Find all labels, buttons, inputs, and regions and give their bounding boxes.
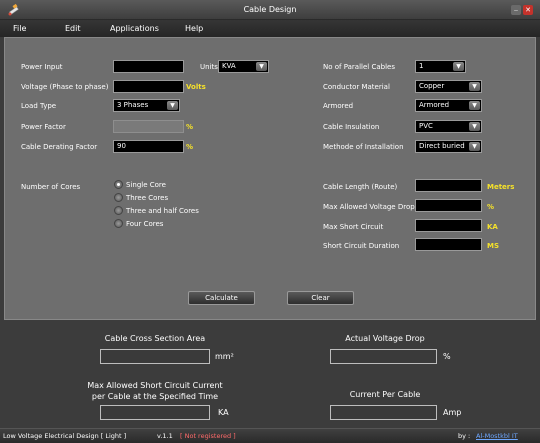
derating-field[interactable]: 90 xyxy=(113,140,184,153)
short-current-label-2: per Cable at the Specified Time xyxy=(91,392,219,401)
short-field[interactable] xyxy=(415,219,482,232)
single-core-label: Single Core xyxy=(126,181,166,189)
derating-label: Cable Derating Factor xyxy=(21,143,98,151)
load-type-select[interactable]: 3 Phases ▼ xyxy=(113,99,180,112)
chevron-down-icon: ▼ xyxy=(469,122,480,131)
menu-bar: File Edit Applications Help xyxy=(0,20,540,37)
cross-section-unit: mm² xyxy=(215,352,234,361)
units-label: Units xyxy=(200,63,218,71)
results-panel: Cable Cross Section Area mm² Actual Volt… xyxy=(0,320,540,428)
length-field[interactable] xyxy=(415,179,482,192)
power-factor-label: Power Factor xyxy=(21,123,66,131)
short-label: Max Short Circuit xyxy=(323,223,384,231)
chevron-down-icon: ▼ xyxy=(453,62,464,71)
power-input-label: Power Input xyxy=(21,63,63,71)
version-text: v.1.1 xyxy=(157,432,173,440)
actual-vdrop-label: Actual Voltage Drop xyxy=(345,334,425,343)
vdrop-label: Max Allowed Voltage Drop xyxy=(323,203,415,211)
chevron-down-icon: ▼ xyxy=(469,101,480,110)
short-current-output[interactable] xyxy=(100,405,210,420)
voltage-label: Voltage (Phase to phase) xyxy=(21,83,109,91)
insulation-label: Cable Insulation xyxy=(323,123,380,131)
menu-help[interactable]: Help xyxy=(185,24,203,33)
actual-vdrop-output[interactable] xyxy=(330,349,437,364)
short-current-unit: KA xyxy=(218,408,229,417)
length-unit: Meters xyxy=(487,183,515,191)
parallel-value: 1 xyxy=(419,62,424,70)
chevron-down-icon: ▼ xyxy=(167,101,178,110)
vdrop-field[interactable] xyxy=(415,199,482,212)
load-type-label: Load Type xyxy=(21,102,57,110)
units-select[interactable]: KVA ▼ xyxy=(218,60,269,73)
installation-label: Methode of Installation xyxy=(323,143,404,151)
close-button[interactable]: ✕ xyxy=(523,5,533,15)
input-panel: Power Input Units KVA ▼ Voltage (Phase t… xyxy=(4,37,536,320)
cross-section-label: Cable Cross Section Area xyxy=(104,334,206,343)
current-per-cable-unit: Amp xyxy=(443,408,462,417)
power-input-field[interactable] xyxy=(113,60,184,73)
installation-value: Direct buried xyxy=(419,142,465,150)
power-factor-field[interactable] xyxy=(113,120,184,133)
cross-section-output[interactable] xyxy=(100,349,210,364)
duration-label: Short Circuit Duration xyxy=(323,242,400,250)
radio-three-cores[interactable] xyxy=(114,193,123,202)
power-factor-unit: % xyxy=(186,123,194,131)
chevron-down-icon: ▼ xyxy=(469,82,480,91)
cores-label: Number of Cores xyxy=(21,183,81,191)
clear-button[interactable]: Clear xyxy=(287,291,354,305)
author-link[interactable]: Al-Mostkbl IT xyxy=(476,432,518,440)
radio-four-cores[interactable] xyxy=(114,219,123,228)
radio-three-half-cores[interactable] xyxy=(114,206,123,215)
registration-status: [ Not registered ] xyxy=(180,432,236,440)
short-current-label-1: Max Allowed Short Circuit Current xyxy=(87,381,223,390)
calculate-button[interactable]: Calculate xyxy=(188,291,255,305)
armored-value: Armored xyxy=(419,101,450,109)
armored-select[interactable]: Armored ▼ xyxy=(415,99,482,112)
short-unit: KA xyxy=(487,223,498,231)
load-type-value: 3 Phases xyxy=(117,101,149,109)
conductor-value: Copper xyxy=(419,82,445,90)
chevron-down-icon: ▼ xyxy=(256,62,267,71)
voltage-unit: Volts xyxy=(186,83,206,91)
product-name: Low Voltage Electrical Design [ Light ] xyxy=(3,432,127,440)
insulation-select[interactable]: PVC ▼ xyxy=(415,120,482,133)
duration-unit: MS xyxy=(487,242,500,250)
menu-edit[interactable]: Edit xyxy=(65,24,81,33)
duration-field[interactable] xyxy=(415,238,482,251)
voltage-field[interactable] xyxy=(113,80,184,93)
vdrop-unit: % xyxy=(487,203,495,211)
menu-applications[interactable]: Applications xyxy=(110,24,159,33)
length-label: Cable Length (Route) xyxy=(323,183,398,191)
parallel-select[interactable]: 1 ▼ xyxy=(415,60,466,73)
units-value: KVA xyxy=(222,62,236,70)
window-title: Cable Design xyxy=(243,5,297,14)
three-half-cores-label: Three and half Cores xyxy=(126,207,199,215)
armored-label: Armored xyxy=(323,102,354,110)
installation-select[interactable]: Direct buried ▼ xyxy=(415,140,482,153)
title-bar: Cable Design ‒ ✕ xyxy=(0,0,540,20)
actual-vdrop-unit: % xyxy=(443,352,451,361)
radio-single-core[interactable] xyxy=(114,180,123,189)
status-bar: Low Voltage Electrical Design [ Light ] … xyxy=(0,428,540,443)
current-per-cable-label: Current Per Cable xyxy=(349,390,421,399)
chevron-down-icon: ▼ xyxy=(469,142,480,151)
parallel-label: No of Parallel Cables xyxy=(323,63,395,71)
by-label: by : xyxy=(458,432,471,440)
minimize-button[interactable]: ‒ xyxy=(511,5,521,15)
insulation-value: PVC xyxy=(419,122,433,130)
four-cores-label: Four Cores xyxy=(126,220,164,228)
menu-file[interactable]: File xyxy=(13,24,26,33)
three-cores-label: Three Cores xyxy=(126,194,169,202)
derating-unit: % xyxy=(186,143,194,151)
current-per-cable-output[interactable] xyxy=(330,405,437,420)
conductor-label: Conductor Material xyxy=(323,83,390,91)
conductor-select[interactable]: Copper ▼ xyxy=(415,80,482,93)
